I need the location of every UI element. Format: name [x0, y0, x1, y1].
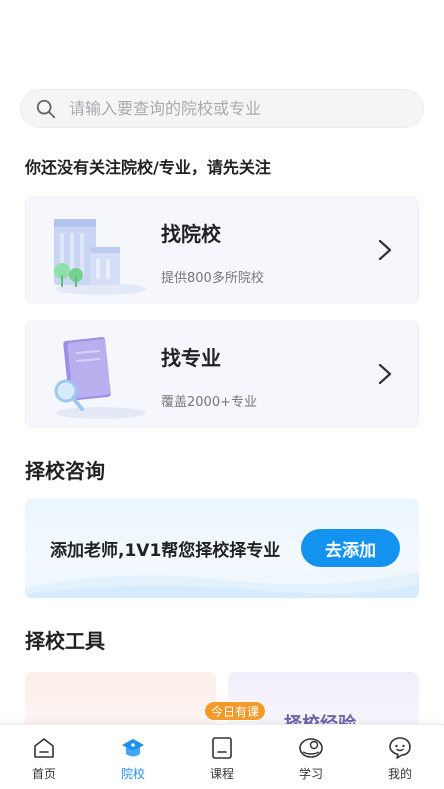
tab-home[interactable]: 首页 — [0, 725, 88, 789]
find-college-card[interactable]: 找院校 提供800多所院校 — [25, 196, 419, 304]
search-bar[interactable] — [20, 89, 424, 128]
tab-mine[interactable]: 我的 — [356, 725, 444, 789]
bottom-tab-bar: 首页 院校 课程 学习 我的 — [0, 724, 444, 789]
consult-text: 添加老师,1V1帮您择校择专业 — [50, 541, 281, 561]
find-major-title: 找专业 — [161, 346, 221, 370]
tool-card-1[interactable] — [25, 672, 216, 732]
today-class-badge: 今日有课 — [204, 701, 266, 721]
course-icon — [212, 737, 232, 759]
find-college-subtitle: 提供800多所院校 — [161, 271, 264, 286]
tab-study[interactable]: 学习 — [267, 725, 355, 789]
home-icon — [34, 738, 54, 758]
consult-banner: 添加老师,1V1帮您择校择专业 去添加 — [25, 499, 419, 598]
building-icon — [54, 219, 146, 295]
tools-section-title: 择校工具 — [25, 629, 105, 653]
follow-notice: 你还没有关注院校/专业，请先关注 — [25, 158, 271, 177]
consult-section-title: 择校咨询 — [25, 459, 105, 483]
find-major-subtitle: 覆盖2000+专业 — [161, 395, 257, 410]
profile-icon — [389, 737, 411, 759]
tab-course[interactable]: 课程 — [178, 725, 266, 789]
tab-college[interactable]: 院校 — [89, 725, 177, 789]
chevron-right-icon — [378, 363, 392, 385]
tab-study-label: 学习 — [298, 767, 323, 781]
find-major-card[interactable]: 找专业 覆盖2000+专业 — [25, 320, 419, 428]
add-teacher-button[interactable]: 去添加 — [301, 529, 400, 567]
tab-college-label: 院校 — [120, 767, 145, 781]
chevron-right-icon — [378, 239, 392, 261]
tab-home-label: 首页 — [31, 767, 56, 781]
search-input[interactable] — [69, 99, 423, 118]
college-cap-icon — [122, 739, 144, 757]
search-icon — [36, 99, 56, 118]
book-magnifier-icon — [54, 337, 146, 419]
find-college-title: 找院校 — [161, 222, 221, 246]
study-icon — [299, 738, 323, 758]
tab-mine-label: 我的 — [387, 767, 412, 781]
tab-course-label: 课程 — [209, 767, 234, 781]
